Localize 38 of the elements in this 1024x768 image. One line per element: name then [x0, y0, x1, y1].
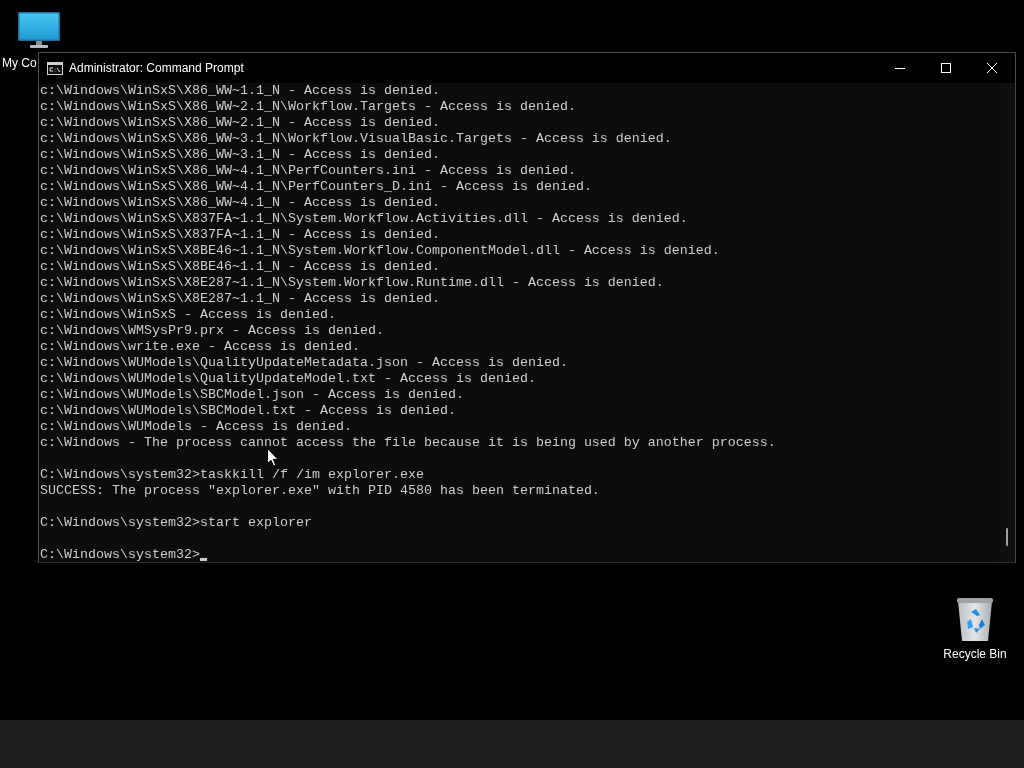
scrollbar-thumb[interactable]: [1006, 528, 1008, 546]
console-line: C:\Windows\system32>start explorer: [40, 515, 313, 531]
console-icon: [47, 61, 63, 75]
console-line: c:\Windows\WinSxS\X837FA~1.1_N - Access is denied.: [40, 227, 441, 243]
console-line: c:\Windows\WinSxS\X837FA~1.1_N\System.Workflow.Activities.dll - Access is denied.: [40, 211, 689, 227]
console-line: c:\Windows\WUModels - Access is denied.: [40, 419, 353, 435]
console-line: c:\Windows\WinSxS\X86_WW~3.1_N\Workflow.VisualBasic.Targets - Access is denied.: [40, 131, 673, 147]
console-line: c:\Windows\write.exe - Access is denied.: [40, 339, 361, 355]
maximize-icon: [941, 63, 951, 73]
desktop-icon-label[interactable]: My Co: [2, 56, 37, 71]
console-line: c:\Windows\WUModels\SBCModel.txt - Access is denied.: [40, 403, 457, 419]
console-line: c:\Windows\WUModels\QualityUpdateMetadata.json - Access is denied.: [40, 355, 569, 371]
console-line: c:\Windows\WUModels\QualityUpdateModel.txt - Access is denied.: [40, 371, 537, 387]
console-line: c:\Windows\WinSxS - Access is denied.: [40, 307, 337, 323]
close-icon: [987, 63, 997, 73]
console-line: c:\Windows\WinSxS\X8BE46~1.1_N - Access is denied.: [40, 259, 441, 275]
console-line: c:\Windows\WMSysPr9.prx - Access is denied.: [40, 323, 385, 339]
console-line: c:\Windows\WinSxS\X86_WW~4.1_N\PerfCounters.ini - Access is denied.: [40, 163, 577, 179]
console-line: c:\Windows\WinSxS\X86_WW~4.1_N - Access is denied.: [40, 195, 441, 211]
console-line: SUCCESS: The process "explorer.exe" with PID 4580 has been terminated.: [40, 483, 601, 499]
monitor-icon[interactable]: [18, 12, 60, 48]
console-line: c:\Windows\WinSxS\X8E287~1.1_N - Access is denied.: [40, 291, 441, 307]
console-line: c:\Windows\WinSxS\X86_WW~3.1_N - Access is denied.: [40, 147, 441, 163]
console-line: c:\Windows - The process cannot access the file because it is being used by another process.: [40, 435, 777, 451]
minimize-icon: [895, 67, 905, 69]
console-line: c:\Windows\WinSxS\X8E287~1.1_N\System.Workflow.Runtime.dll - Access is denied.: [40, 275, 665, 291]
console-line: c:\Windows\WUModels\SBCModel.json - Access is denied.: [40, 387, 465, 403]
console-line: c:\Windows\WinSxS\X8BE46~1.1_N\System.Workflow.ComponentModel.dll - Access is denied.: [40, 243, 721, 259]
console-line: C:\Windows\system32>taskkill /f /im explorer.exe: [40, 467, 425, 483]
recycle-bin-icon[interactable]: [956, 598, 994, 642]
console-line: c:\Windows\WinSxS\X86_WW~1.1_N - Access is denied.: [40, 83, 441, 99]
console-line: c:\Windows\WinSxS\X86_WW~2.1_N\Workflow.Targets - Access is denied.: [40, 99, 577, 115]
window-title: Administrator: Command Prompt: [69, 61, 244, 75]
console-line: c:\Windows\WinSxS\X86_WW~2.1_N - Access is denied.: [40, 115, 441, 131]
console-line: c:\Windows\WinSxS\X86_WW~4.1_N\PerfCounters_D.ini - Access is denied.: [40, 179, 593, 195]
desktop-icon-label[interactable]: Recycle Bin: [943, 647, 1007, 662]
prompt-text: C:\Windows\system32>: [40, 547, 200, 562]
mouse-pointer-icon: [267, 448, 279, 467]
